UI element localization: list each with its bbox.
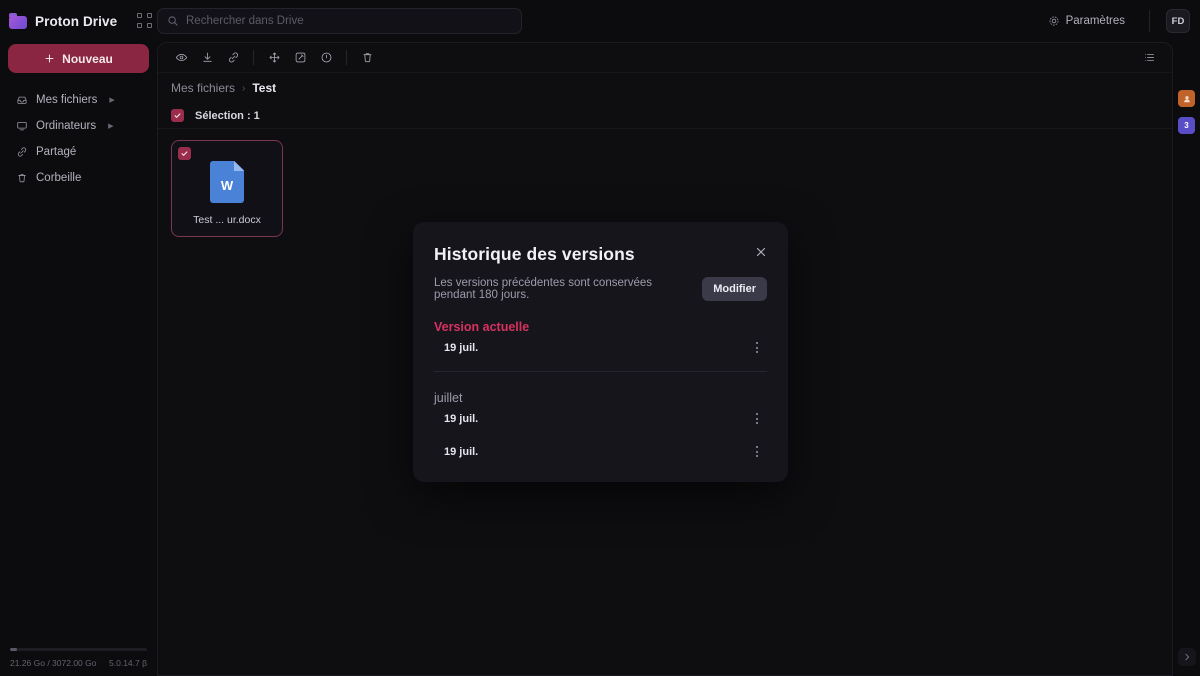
kebab-menu-icon[interactable] (749, 339, 765, 357)
app-version-label: 5.0.14.7 β (109, 658, 147, 668)
toolbar-divider (253, 50, 254, 65)
brand-name: Proton Drive (35, 13, 118, 29)
expand-panel-button[interactable] (1177, 648, 1196, 666)
gear-icon (1049, 16, 1059, 26)
section-title-current: Version actuelle (434, 320, 530, 334)
eye-icon (175, 53, 187, 62)
version-date: 19 juil. (444, 445, 479, 458)
toolbar-divider (346, 50, 347, 65)
view-toggle-button[interactable] (1136, 47, 1162, 69)
sidebar-item-trash[interactable]: Corbeille (8, 165, 149, 190)
info-icon (321, 52, 331, 63)
search-placeholder: Rechercher dans Drive (186, 15, 304, 27)
person-icon (1183, 95, 1190, 102)
proton-drive-logo-icon (9, 13, 27, 29)
link-icon (17, 146, 27, 157)
modify-button[interactable]: Modifier (702, 277, 767, 301)
sidebar-nav: Mes fichiers ▶ Ordinateurs ▶ Partagé Cor… (8, 87, 149, 190)
avatar[interactable]: FD (1166, 9, 1190, 33)
storage-labels: 21.26 Go / 3072.00 Go 5.0.14.7 β (10, 658, 147, 668)
breadcrumb-root[interactable]: Mes fichiers (171, 81, 235, 95)
sidebar-item-shared[interactable]: Partagé (8, 139, 149, 164)
search-area: Rechercher dans Drive (157, 8, 522, 34)
calendar-app-icon[interactable]: 3 (1178, 117, 1195, 134)
list-view-icon (1144, 54, 1154, 61)
file-toolbar (158, 43, 1172, 73)
storage-meter: 21.26 Go / 3072.00 Go 5.0.14.7 β (8, 647, 149, 676)
proton-drive-app: Proton Drive Rechercher dans Drive Param… (0, 0, 1200, 676)
search-icon (168, 16, 178, 26)
modal-title: Historique des versions (434, 244, 635, 264)
kebab-menu-icon[interactable] (749, 443, 765, 461)
file-card[interactable]: W Test ... ur.docx (171, 140, 283, 237)
trash-icon (18, 173, 26, 182)
chevron-right-icon[interactable]: ▶ (108, 122, 113, 130)
top-bar-right: Paramètres FD (1040, 0, 1200, 42)
download-button[interactable] (194, 47, 220, 69)
close-button[interactable] (753, 244, 769, 260)
chevron-right-icon (1184, 653, 1189, 661)
select-all-checkbox[interactable] (171, 109, 184, 122)
file-name-label: Test ... ur.docx (193, 214, 261, 226)
modal-subtitle: Les versions précédentes sont conservées… (434, 277, 652, 301)
selection-bar: Sélection : 1 (158, 103, 1172, 129)
version-history-modal: Historique des versions Les versions pré… (413, 222, 788, 482)
version-date: 19 juil. (444, 412, 479, 425)
inbox-icon (17, 96, 27, 104)
settings-label: Paramètres (1065, 15, 1125, 27)
sidebar-item-label: Corbeille (36, 171, 82, 184)
new-button-label: Nouveau (62, 51, 113, 66)
contacts-app-icon[interactable] (1178, 90, 1195, 107)
rename-button[interactable] (287, 47, 313, 69)
kebab-menu-icon[interactable] (749, 410, 765, 428)
check-icon (181, 151, 188, 156)
modal-subtitle-row: Les versions précédentes sont conservées… (434, 277, 767, 301)
apps-grid-icon[interactable] (137, 13, 153, 29)
chevron-right-icon[interactable]: ▶ (109, 96, 114, 104)
breadcrumb-current: Test (252, 81, 277, 95)
move-icon (269, 52, 279, 63)
version-date: 19 juil. (444, 341, 479, 354)
settings-button[interactable]: Paramètres (1040, 10, 1133, 32)
file-checkbox[interactable] (178, 147, 191, 160)
sidebar-item-label: Ordinateurs (36, 119, 97, 132)
close-icon (756, 247, 766, 257)
details-button[interactable] (313, 47, 339, 69)
download-icon (202, 52, 212, 62)
storage-progress-bar (10, 647, 147, 651)
link-icon (228, 52, 238, 63)
brand-area[interactable]: Proton Drive (0, 0, 157, 42)
sidebar-item-label: Partagé (36, 145, 77, 158)
docx-glyph: W (220, 178, 234, 193)
docx-file-icon: W (210, 161, 244, 203)
new-button[interactable]: Nouveau (8, 44, 149, 73)
move-button[interactable] (261, 47, 287, 69)
section-title-july: juillet (434, 391, 463, 405)
breadcrumb-separator: › (242, 82, 246, 94)
search-input[interactable]: Rechercher dans Drive (157, 8, 522, 34)
modal-divider (434, 371, 767, 372)
trash-icon (362, 53, 372, 63)
preview-button[interactable] (168, 47, 194, 69)
version-row[interactable]: 19 juil. (434, 438, 767, 465)
trash-button[interactable] (354, 47, 380, 69)
version-row[interactable]: 19 juil. (434, 405, 767, 432)
sidebar-item-computers[interactable]: Ordinateurs ▶ (8, 113, 149, 138)
monitor-icon (17, 121, 27, 130)
selection-count-label: Sélection : 1 (195, 109, 260, 122)
plus-icon (45, 54, 54, 63)
header-divider (1149, 10, 1150, 32)
sidebar-item-my-files[interactable]: Mes fichiers ▶ (8, 87, 149, 112)
share-link-button[interactable] (220, 47, 246, 69)
sidebar-item-label: Mes fichiers (36, 93, 98, 106)
top-bar: Proton Drive Rechercher dans Drive Param… (0, 0, 1200, 42)
breadcrumb: Mes fichiers › Test (158, 73, 1172, 103)
edit-icon (295, 52, 305, 63)
check-icon (174, 113, 181, 118)
app-rail: 3 (1173, 42, 1200, 676)
storage-used-label: 21.26 Go / 3072.00 Go (10, 658, 97, 668)
version-row[interactable]: 19 juil. (434, 334, 767, 361)
sidebar: Nouveau Mes fichiers ▶ Ordinateurs ▶ Par… (0, 42, 157, 676)
